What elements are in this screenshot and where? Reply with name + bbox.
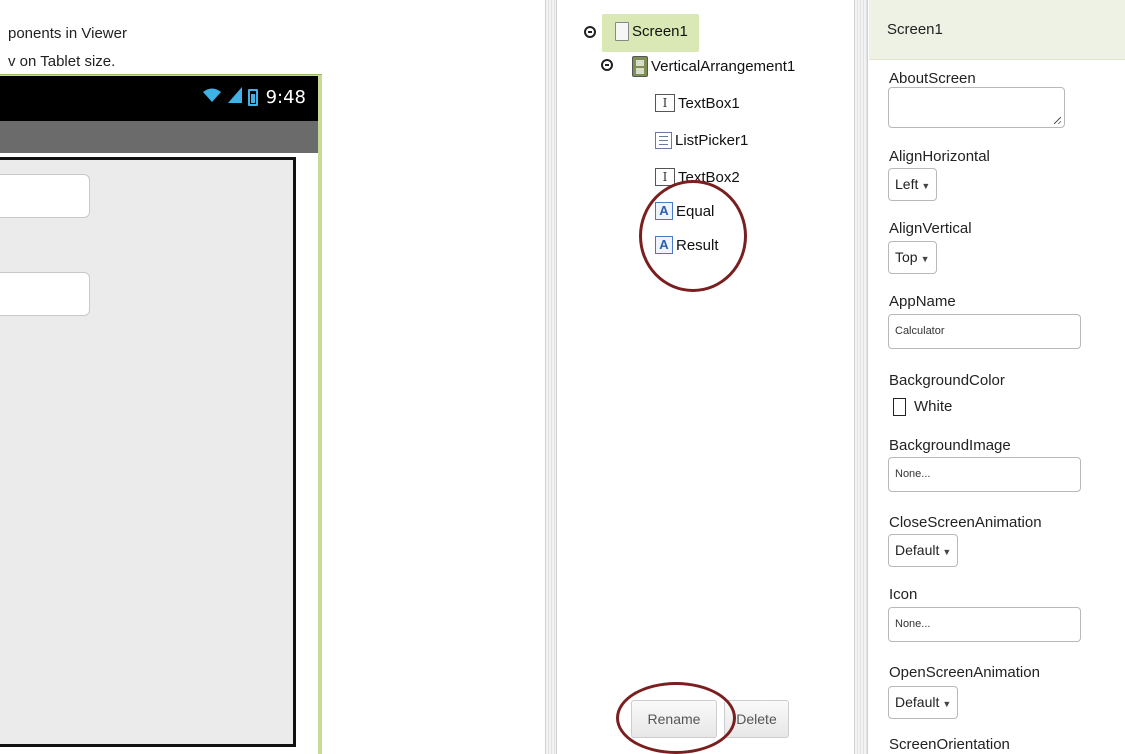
prop-label-alignvertical: AlignVertical	[889, 220, 972, 237]
prop-label-appname: AppName	[889, 293, 956, 310]
closescreenanimation-value: Default	[895, 542, 940, 558]
collapse-screen1-icon[interactable]	[584, 26, 596, 38]
prop-label-backgroundimage: BackgroundImage	[889, 437, 1011, 454]
phone-title-bar	[0, 121, 318, 153]
screen-icon	[615, 22, 629, 41]
resize-grip-icon[interactable]	[1054, 117, 1061, 124]
phone-preview: 9:48	[0, 74, 322, 754]
textbox2-preview[interactable]	[0, 272, 90, 316]
battery-icon	[247, 88, 258, 106]
color-swatch-icon[interactable]	[893, 398, 906, 416]
tree-node-verticalarrangement1[interactable]: VerticalArrangement1	[632, 56, 795, 77]
dropdown-caret-icon: ▼	[921, 181, 931, 191]
annotation-circle-labels	[639, 180, 747, 292]
prop-label-icon: Icon	[889, 586, 918, 603]
alignvertical-dropdown[interactable]: Top ▼	[888, 241, 937, 274]
viewer-note-line1: ponents in Viewer	[8, 25, 127, 42]
dropdown-caret-icon: ▼	[920, 254, 930, 264]
viewer-panel: ponents in Viewer v on Tablet size. 9:48	[0, 0, 330, 754]
status-icons: 9:48	[202, 86, 306, 108]
properties-header: Screen1	[869, 0, 1125, 60]
properties-panel: Screen1 AboutScreen AlignHorizontal Left…	[869, 0, 1125, 754]
backgroundimage-picker[interactable]: None...	[888, 457, 1081, 492]
aboutscreen-textarea[interactable]	[888, 87, 1065, 128]
collapse-vertical-arrangement-icon[interactable]	[601, 59, 613, 71]
tree-node-label: VerticalArrangement1	[651, 58, 796, 75]
prop-label-alignhorizontal: AlignHorizontal	[889, 148, 990, 165]
panel-divider-2[interactable]	[854, 0, 868, 754]
tree-node-label: Screen1	[632, 23, 688, 40]
icon-picker[interactable]: None...	[888, 607, 1081, 642]
prop-label-aboutscreen: AboutScreen	[889, 70, 976, 87]
tree-node-screen1[interactable]: Screen1	[615, 22, 688, 41]
tree-node-textbox1[interactable]: I TextBox1	[655, 94, 740, 112]
appname-input[interactable]: Calculator	[888, 314, 1081, 349]
components-panel: Screen1 VerticalArrangement1 I TextBox1 …	[558, 0, 854, 754]
tree-node-label: ListPicker1	[675, 132, 749, 149]
phone-screen[interactable]	[0, 153, 318, 754]
prop-label-screenorientation: ScreenOrientation	[889, 736, 1010, 753]
tree-node-label: TextBox1	[678, 94, 740, 112]
tree-node-listpicker1[interactable]: ListPicker1	[655, 132, 748, 149]
closescreenanimation-dropdown[interactable]: Default ▼	[888, 534, 959, 567]
phone-status-bar: 9:48	[0, 76, 318, 121]
vertical-arrangement-preview[interactable]	[0, 157, 296, 747]
wifi-icon	[202, 87, 222, 108]
vertical-arrangement-icon	[632, 56, 648, 77]
dropdown-caret-icon: ▼	[942, 699, 952, 709]
alignhorizontal-value: Left	[895, 176, 919, 192]
alignhorizontal-dropdown[interactable]: Left ▼	[888, 168, 938, 201]
backgroundcolor-value[interactable]: White	[914, 398, 952, 415]
openscreenanimation-value: Default	[895, 694, 940, 710]
panel-divider[interactable]	[545, 0, 557, 754]
openscreenanimation-dropdown[interactable]: Default ▼	[888, 686, 959, 719]
signal-icon	[227, 86, 242, 108]
prop-label-openscreenanimation: OpenScreenAnimation	[889, 664, 1040, 681]
annotation-circle-rename	[616, 682, 736, 754]
textbox-icon: I	[655, 94, 675, 112]
listpicker-icon	[655, 132, 672, 149]
prop-label-closescreenanimation: CloseScreenAnimation	[889, 514, 1042, 531]
prop-label-backgroundcolor: BackgroundColor	[889, 372, 1005, 389]
status-time: 9:48	[265, 86, 306, 108]
alignvertical-value: Top	[895, 249, 918, 265]
textbox1-preview[interactable]	[0, 174, 90, 218]
dropdown-caret-icon: ▼	[942, 547, 952, 557]
viewer-note-line2: v on Tablet size.	[8, 53, 116, 70]
